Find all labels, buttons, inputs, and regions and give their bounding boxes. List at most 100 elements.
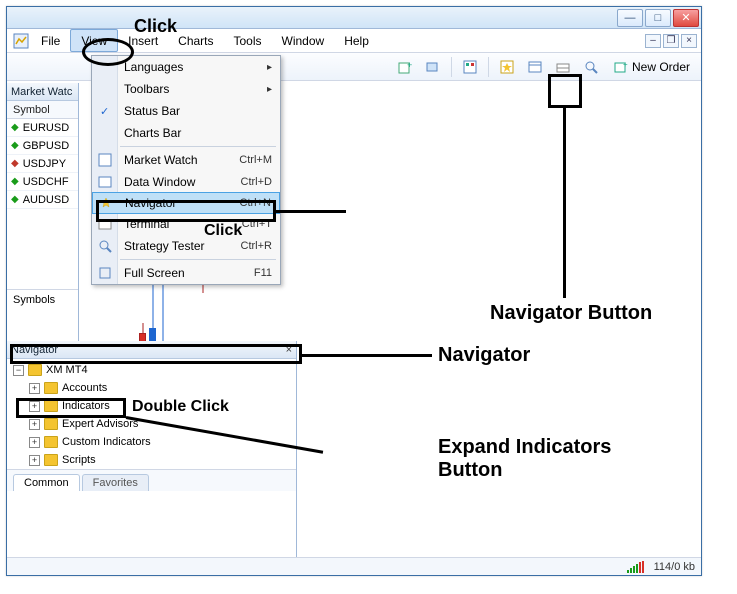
shortcut-label: Ctrl+M bbox=[239, 154, 272, 166]
menu-separator bbox=[120, 146, 276, 147]
market-watch-row[interactable]: ◆GBPUSD bbox=[7, 137, 78, 155]
menu-item-market-watch[interactable]: Market Watch Ctrl+M bbox=[92, 149, 280, 171]
strategy-tester-button[interactable] bbox=[579, 56, 603, 78]
menu-item-label: Languages bbox=[124, 60, 183, 74]
terminal-button[interactable] bbox=[551, 56, 575, 78]
shortcut-label: F11 bbox=[254, 267, 272, 279]
menu-window[interactable]: Window bbox=[272, 29, 335, 52]
maximize-button[interactable]: □ bbox=[645, 9, 671, 27]
data-window-button[interactable] bbox=[523, 56, 547, 78]
menu-item-languages[interactable]: Languages ▸ bbox=[92, 56, 280, 78]
shortcut-label: Ctrl+R bbox=[241, 240, 272, 252]
nav-node-label: Indicators bbox=[62, 400, 110, 412]
svg-text:+: + bbox=[623, 60, 628, 69]
folder-icon bbox=[44, 382, 58, 394]
menu-item-label: Strategy Tester bbox=[124, 239, 204, 253]
expand-icon[interactable]: + bbox=[29, 455, 40, 466]
menu-item-toolbars[interactable]: Toolbars ▸ bbox=[92, 78, 280, 100]
symbol-label: AUDUSD bbox=[23, 194, 69, 206]
nav-node-expert-advisors[interactable]: + Expert Advisors bbox=[9, 415, 296, 433]
expand-icon[interactable]: + bbox=[29, 401, 40, 412]
nav-node-custom-indicators[interactable]: +Custom Indicators bbox=[9, 433, 296, 451]
market-watch-col-header[interactable]: Symbol bbox=[7, 101, 78, 119]
market-watch-list: ◆EURUSD◆GBPUSD◆USDJPY◆USDCHF◆AUDUSD bbox=[7, 119, 78, 209]
menu-item-label: Toolbars bbox=[124, 82, 169, 96]
menu-item-strategy-tester[interactable]: Strategy Tester Ctrl+R bbox=[92, 235, 280, 257]
market-watch-row[interactable]: ◆ USDJPY bbox=[7, 155, 78, 173]
nav-node-label: Accounts bbox=[62, 382, 107, 394]
menu-help[interactable]: Help bbox=[334, 29, 379, 52]
minimize-button[interactable]: — bbox=[617, 9, 643, 27]
market-watch-button[interactable] bbox=[458, 56, 482, 78]
menu-insert[interactable]: Insert bbox=[118, 29, 168, 52]
arrow-up-icon: ◆ bbox=[11, 140, 19, 151]
app-icon bbox=[11, 29, 31, 52]
mdi-restore[interactable]: ❐ bbox=[663, 34, 679, 48]
expand-icon[interactable]: + bbox=[29, 437, 40, 448]
tab-favorites[interactable]: Favorites bbox=[82, 474, 149, 491]
navigator-button[interactable] bbox=[495, 56, 519, 78]
view-menu-dropdown: Languages ▸ Toolbars ▸ ✓ Status Bar Charts Bar… bbox=[91, 55, 281, 285]
navigator-tabs: Common Favorites bbox=[7, 469, 296, 491]
connection-bars-icon bbox=[627, 561, 644, 573]
mdi-close[interactable]: × bbox=[681, 34, 697, 48]
nav-node-label: Expert Advisors bbox=[62, 418, 138, 430]
collapse-icon[interactable]: − bbox=[13, 365, 24, 376]
arrow-up-icon: ◆ bbox=[11, 122, 19, 133]
toolbar-sep bbox=[488, 57, 489, 77]
new-chart-button[interactable]: + bbox=[393, 56, 417, 78]
menu-item-label: Status Bar bbox=[124, 104, 180, 118]
nav-node-accounts[interactable]: + Accounts bbox=[9, 379, 296, 397]
folder-icon bbox=[44, 418, 58, 430]
market-watch-row[interactable]: ◆ USDCHF bbox=[7, 173, 78, 191]
mw-icon bbox=[98, 153, 112, 167]
navigator-close-icon[interactable]: × bbox=[286, 344, 292, 356]
new-order-button[interactable]: + New Order bbox=[607, 56, 697, 78]
menu-item-terminal[interactable]: TerminalCtrl+T bbox=[92, 213, 280, 235]
menu-item-charts-bar[interactable]: Charts Bar bbox=[92, 122, 280, 144]
check-icon: ✓ bbox=[100, 105, 109, 118]
st-icon bbox=[98, 239, 112, 253]
market-watch-title: Market Watc bbox=[11, 86, 72, 98]
menu-item-navigator[interactable]: NavigatorCtrl+N bbox=[92, 192, 280, 214]
nav-node-label: Scripts bbox=[62, 454, 96, 466]
symbol-label: USDJPY bbox=[23, 158, 66, 170]
menu-item-label: Terminal bbox=[124, 217, 169, 231]
menu-item-label: Navigator bbox=[125, 196, 176, 210]
menu-charts[interactable]: Charts bbox=[168, 29, 223, 52]
navigator-title: Navigator bbox=[11, 344, 58, 356]
menu-item-data-window[interactable]: Data WindowCtrl+D bbox=[92, 171, 280, 193]
new-order-label: New Order bbox=[632, 60, 690, 74]
folder-icon bbox=[44, 454, 58, 466]
nav-root[interactable]: − XM MT4 bbox=[9, 361, 296, 379]
close-button[interactable]: ✕ bbox=[673, 9, 699, 27]
menu-item-full-screen[interactable]: Full ScreenF11 bbox=[92, 262, 280, 284]
arrow-up-icon: ◆ bbox=[11, 194, 19, 205]
folder-icon bbox=[44, 400, 58, 412]
arrow-up-icon: ◆ bbox=[11, 176, 19, 187]
toolbar-sep bbox=[451, 57, 452, 77]
expand-icon[interactable]: + bbox=[29, 419, 40, 430]
tab-common[interactable]: Common bbox=[13, 474, 80, 491]
submenu-arrow-icon: ▸ bbox=[267, 84, 272, 95]
expand-icon[interactable]: + bbox=[29, 383, 40, 394]
menu-file[interactable]: File bbox=[31, 29, 70, 52]
market-watch-row[interactable]: ◆EURUSD bbox=[7, 119, 78, 137]
navigator-header[interactable]: Navigator × bbox=[7, 341, 296, 359]
arrow-down-icon: ◆ bbox=[11, 158, 19, 169]
mdi-minimize[interactable]: – bbox=[645, 34, 661, 48]
menu-item-label: Market Watch bbox=[124, 153, 198, 167]
menu-view[interactable]: View bbox=[70, 29, 118, 52]
submenu-arrow-icon: ▸ bbox=[267, 62, 272, 73]
market-watch-row[interactable]: ◆ AUDUSD bbox=[7, 191, 78, 209]
navigator-tree: − XM MT4 + Accounts + Indicators + Expert Adv… bbox=[7, 359, 296, 469]
nav-node-indicators[interactable]: + Indicators bbox=[9, 397, 296, 415]
dw-icon bbox=[98, 175, 112, 189]
symbol-label: USDCHF bbox=[23, 176, 69, 188]
nav-node-scripts[interactable]: + Scripts bbox=[9, 451, 296, 469]
menu-item-status-bar[interactable]: ✓ Status Bar bbox=[92, 100, 280, 122]
svg-text:+: + bbox=[407, 60, 412, 70]
menu-tools[interactable]: Tools bbox=[224, 29, 272, 52]
profile-button[interactable] bbox=[421, 56, 445, 78]
market-watch-tab[interactable]: Symbols bbox=[7, 289, 78, 309]
